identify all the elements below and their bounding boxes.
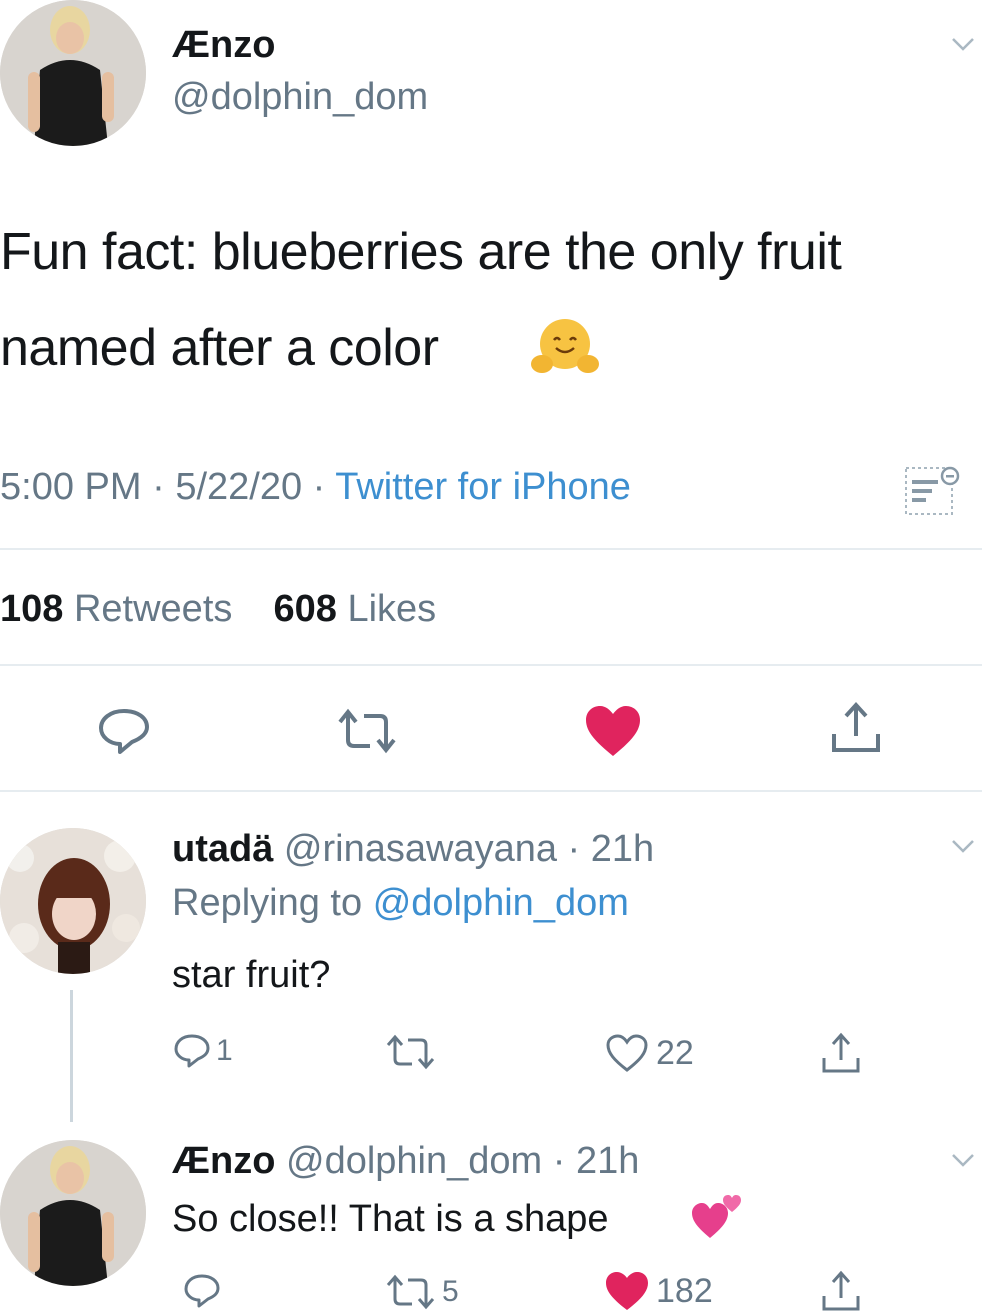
reply1-reply-count: 1 xyxy=(216,1034,233,1067)
reply2-author-handle[interactable]: @dolphin_dom xyxy=(286,1140,542,1182)
author-handle[interactable]: @dolphin_dom xyxy=(172,76,428,119)
meta-separator: · xyxy=(312,466,326,508)
two-hearts-emoji-icon xyxy=(690,1190,746,1242)
reply2-separator: · xyxy=(552,1140,566,1182)
replying-to-handle[interactable]: @dolphin_dom xyxy=(373,882,629,924)
reply1-reply-button[interactable]: 1 xyxy=(172,1032,233,1070)
divider xyxy=(0,664,982,666)
heart-filled-icon xyxy=(606,1272,648,1310)
reply2-like-count: 182 xyxy=(656,1271,713,1310)
reply-thread-line xyxy=(70,990,73,1122)
reply-icon xyxy=(184,1274,220,1308)
tweet-text-line-2: named after a color xyxy=(0,318,439,378)
retweets-count[interactable]: 108 xyxy=(0,588,63,630)
reply2-time[interactable]: 21h xyxy=(576,1140,639,1182)
reply1-author-name[interactable]: utadä xyxy=(172,828,273,870)
share-icon xyxy=(822,1270,860,1311)
like-button[interactable] xyxy=(584,704,642,758)
retweet-icon xyxy=(338,708,396,754)
retweets-label[interactable]: Retweets xyxy=(74,588,232,630)
tweet-text-line-1: Fun fact: blueberries are the only fruit xyxy=(0,223,842,281)
likes-label[interactable]: Likes xyxy=(347,588,436,630)
retweet-icon xyxy=(386,1274,435,1310)
reply2-text: So close!! That is a shape xyxy=(172,1198,609,1240)
reply2-header: Ænzo @dolphin_dom · 21h xyxy=(172,1140,639,1183)
reply1-separator: · xyxy=(567,828,581,870)
hugging-face-emoji-icon xyxy=(530,316,600,378)
reply-icon xyxy=(99,709,149,754)
tweet-meta: 5:00 PM · 5/22/20 · Twitter for iPhone xyxy=(0,466,631,509)
reply2-menu-chevron-icon[interactable] xyxy=(950,1150,976,1170)
tweet-date: 5/22/20 xyxy=(175,466,303,508)
heart-outline-icon xyxy=(606,1034,648,1072)
avatar-enzo-reply[interactable] xyxy=(0,1140,146,1286)
tweet-time: 5:00 PM xyxy=(0,466,142,508)
reply-icon xyxy=(174,1034,210,1068)
reply1-menu-chevron-icon[interactable] xyxy=(950,836,976,856)
reply2-author-name[interactable]: Ænzo xyxy=(172,1140,275,1182)
reply2-retweet-button[interactable]: 5 xyxy=(384,1274,459,1310)
reply1-text: star fruit? xyxy=(172,954,331,996)
reply-button[interactable] xyxy=(96,706,152,756)
tweet-source-link[interactable]: Twitter for iPhone xyxy=(335,466,631,508)
engagement-counts: 108 Retweets 608 Likes xyxy=(0,588,436,631)
reply1-replying-to: Replying to @dolphin_dom xyxy=(172,882,629,925)
divider xyxy=(0,790,982,792)
replying-to-label: Replying to xyxy=(172,882,363,924)
reply2-retweet-count: 5 xyxy=(442,1275,459,1308)
reply1-header: utadä @rinasawayana · 21h xyxy=(172,828,654,871)
tweet-text-line-2-text: named after a color xyxy=(0,319,439,377)
meta-separator: · xyxy=(152,466,165,508)
reply1-author-handle[interactable]: @rinasawayana xyxy=(284,828,557,870)
share-icon xyxy=(832,702,880,752)
tweet-menu-chevron-icon[interactable] xyxy=(950,34,976,54)
share-button[interactable] xyxy=(826,700,886,756)
retweet-button[interactable] xyxy=(334,708,402,754)
author-name[interactable]: Ænzo xyxy=(172,24,275,67)
avatar-utada[interactable] xyxy=(0,828,146,974)
heart-filled-icon xyxy=(586,706,640,756)
reply2-share-button[interactable] xyxy=(818,1268,864,1314)
divider xyxy=(0,548,982,550)
reply1-share-button[interactable] xyxy=(818,1030,864,1076)
reply1-retweet-button[interactable] xyxy=(384,1034,438,1070)
reply1-like-button[interactable]: 22 xyxy=(604,1032,694,1074)
reply2-like-button[interactable]: 182 xyxy=(604,1270,713,1312)
avatar-enzo[interactable] xyxy=(0,0,146,146)
reply2-reply-button[interactable] xyxy=(182,1272,222,1310)
analytics-icon[interactable] xyxy=(902,462,964,518)
reply1-like-count: 22 xyxy=(656,1033,694,1072)
share-icon xyxy=(822,1032,860,1073)
retweet-icon xyxy=(386,1034,435,1070)
reply1-time[interactable]: 21h xyxy=(591,828,654,870)
likes-count[interactable]: 608 xyxy=(274,588,337,630)
